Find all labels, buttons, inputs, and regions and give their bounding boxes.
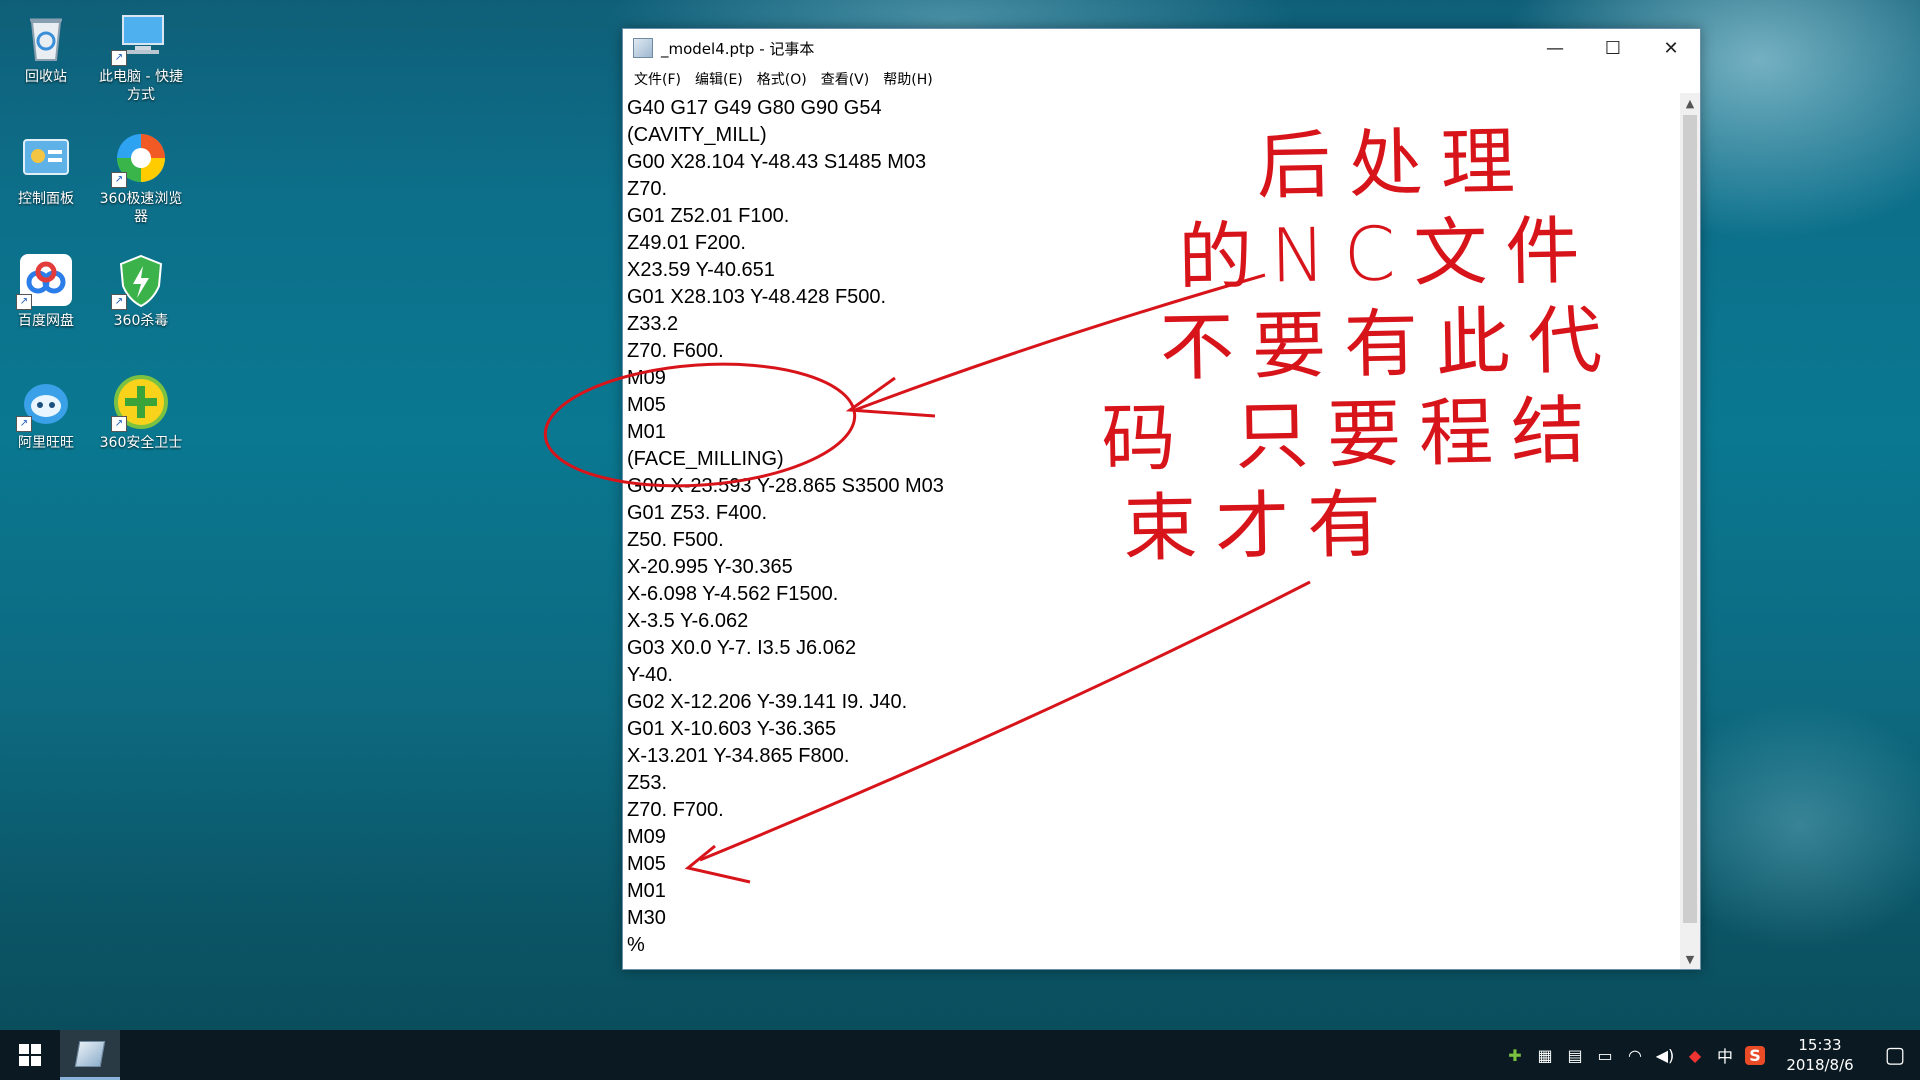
desktop-icon-aliwangwang[interactable]: ↗ 阿里旺旺: [0, 374, 92, 452]
computer-icon: ↗: [111, 8, 169, 66]
shortcut-arrow-icon: ↗: [111, 50, 127, 66]
desktop-icon-360-antivirus[interactable]: ↗ 360杀毒: [95, 252, 187, 330]
shortcut-arrow-icon: ↗: [111, 416, 127, 432]
battery-icon[interactable]: ▭: [1590, 1046, 1620, 1065]
desktop-icon-label: 360极速浏览 器: [99, 191, 183, 225]
code-line: M01: [627, 880, 666, 902]
menu-format[interactable]: 格式(O): [750, 69, 814, 89]
desktop-icon-label: 此电脑 - 快捷 方式: [99, 69, 183, 103]
printer-icon[interactable]: ▤: [1560, 1046, 1590, 1065]
clock-time: 15:33: [1798, 1036, 1842, 1054]
start-button[interactable]: [0, 1030, 60, 1080]
scroll-down-icon[interactable]: ▼: [1680, 949, 1700, 969]
antivirus-icon: ↗: [111, 252, 169, 310]
menu-view[interactable]: 查看(V): [814, 69, 877, 89]
annotation-line: 后处理: [1256, 118, 1534, 210]
desktop-icon-label: 阿里旺旺: [18, 435, 74, 451]
desktop-icon-control-panel[interactable]: 控制面板: [0, 130, 92, 208]
browser-icon: ↗: [111, 130, 169, 188]
code-line: M30: [627, 907, 666, 929]
desktop-icon-360-security[interactable]: ↗ 360安全卫士: [95, 374, 187, 452]
annotation-text: 后处理 的NC文件 不要有此代 码 只要程结 束才有: [1096, 115, 1624, 574]
title-bar[interactable]: _model4.ptp - 记事本 — ☐ ✕: [623, 29, 1700, 67]
sogou-input-icon[interactable]: S: [1745, 1045, 1765, 1065]
menu-file[interactable]: 文件(F): [627, 69, 688, 89]
code-line: %: [627, 934, 645, 956]
wifi-icon[interactable]: ◠: [1620, 1046, 1650, 1065]
annotation-line: 的NC文件: [1177, 207, 1599, 302]
menu-edit[interactable]: 编辑(E): [688, 69, 750, 89]
scroll-up-icon[interactable]: ▲: [1680, 93, 1700, 113]
vertical-scrollbar[interactable]: ▲ ▼: [1680, 93, 1700, 969]
ime-indicator[interactable]: 中: [1710, 1043, 1740, 1067]
desktop-icon-360-browser[interactable]: ↗ 360极速浏览 器: [95, 130, 187, 226]
shortcut-arrow-icon: ↗: [16, 294, 32, 310]
desktop-icon-recycle-bin[interactable]: 回收站: [0, 8, 92, 86]
scroll-thumb[interactable]: [1683, 115, 1697, 923]
baidu-netdisk-icon: ↗: [16, 252, 74, 310]
keyboard-icon[interactable]: ▦: [1530, 1046, 1560, 1065]
annotation-line: 束才有: [1122, 481, 1400, 573]
maximize-button[interactable]: ☐: [1584, 29, 1642, 67]
code-line: X-6.098 Y-4.562 F1500.: [627, 583, 839, 605]
windows-logo-icon: [19, 1044, 41, 1066]
close-button[interactable]: ✕: [1642, 29, 1700, 67]
security-guard-tray-icon[interactable]: ✚: [1500, 1046, 1530, 1065]
code-line: G03 X0.0 Y-7. I3.5 J6.062: [627, 637, 857, 659]
desktop-icon-label: 360安全卫士: [99, 435, 183, 451]
window-title: _model4.ptp - 记事本: [661, 39, 815, 58]
code-line: Y-40.: [627, 664, 673, 686]
taskbar: ✚ ▦ ▤ ▭ ◠ ◀) ◆ 中 S 15:33 2018/8/6 ▢: [0, 1030, 1920, 1080]
annotation-line: 不要有此代: [1159, 297, 1621, 392]
menu-bar: 文件(F) 编辑(E) 格式(O) 查看(V) 帮助(H): [623, 67, 1700, 91]
code-line: X-13.201 Y-34.865 F800.: [627, 745, 850, 767]
shortcut-arrow-icon: ↗: [111, 172, 127, 188]
shield-icon[interactable]: ◆: [1680, 1046, 1710, 1065]
code-line: G01 X-10.603 Y-36.365: [627, 718, 837, 740]
code-line: Z53.: [627, 772, 668, 794]
code-line: X-3.5 Y-6.062: [627, 610, 749, 632]
code-line: G02 X-12.206 Y-39.141 I9. J40.: [627, 691, 908, 713]
code-line: M09: [627, 826, 666, 848]
desktop-icon-label: 回收站: [25, 69, 67, 85]
desktop-icon-label: 百度网盘: [18, 313, 74, 329]
code-line: M05: [627, 853, 666, 875]
code-line: Z70. F700.: [627, 799, 724, 821]
shortcut-arrow-icon: ↗: [16, 416, 32, 432]
desktop-icon-baidu-netdisk[interactable]: ↗ 百度网盘: [0, 252, 92, 330]
control-panel-icon: [18, 130, 74, 186]
recycle-bin-icon: [18, 8, 74, 64]
notification-icon[interactable]: ▢: [1870, 1043, 1920, 1068]
minimize-button[interactable]: —: [1526, 29, 1584, 67]
volume-icon[interactable]: ◀): [1650, 1046, 1680, 1065]
security-guard-icon: ↗: [111, 374, 169, 432]
clock[interactable]: 15:33 2018/8/6: [1770, 1035, 1870, 1075]
annotation-line: 码 只要程结: [1100, 387, 1604, 483]
desktop-icon-label: 360杀毒: [113, 313, 169, 329]
system-tray: ✚ ▦ ▤ ▭ ◠ ◀) ◆ 中 S 15:33 2018/8/6 ▢: [1500, 1030, 1920, 1080]
desktop-icon-this-pc[interactable]: ↗ 此电脑 - 快捷 方式: [95, 8, 187, 104]
menu-help[interactable]: 帮助(H): [876, 69, 939, 89]
taskbar-notepad[interactable]: [60, 1030, 120, 1080]
clock-date: 2018/8/6: [1786, 1056, 1854, 1074]
desktop-icon-label: 控制面板: [18, 191, 74, 207]
notepad-icon: [633, 38, 653, 58]
aliwangwang-icon: ↗: [16, 374, 74, 432]
notepad-icon: [74, 1040, 106, 1067]
shortcut-arrow-icon: ↗: [111, 294, 127, 310]
